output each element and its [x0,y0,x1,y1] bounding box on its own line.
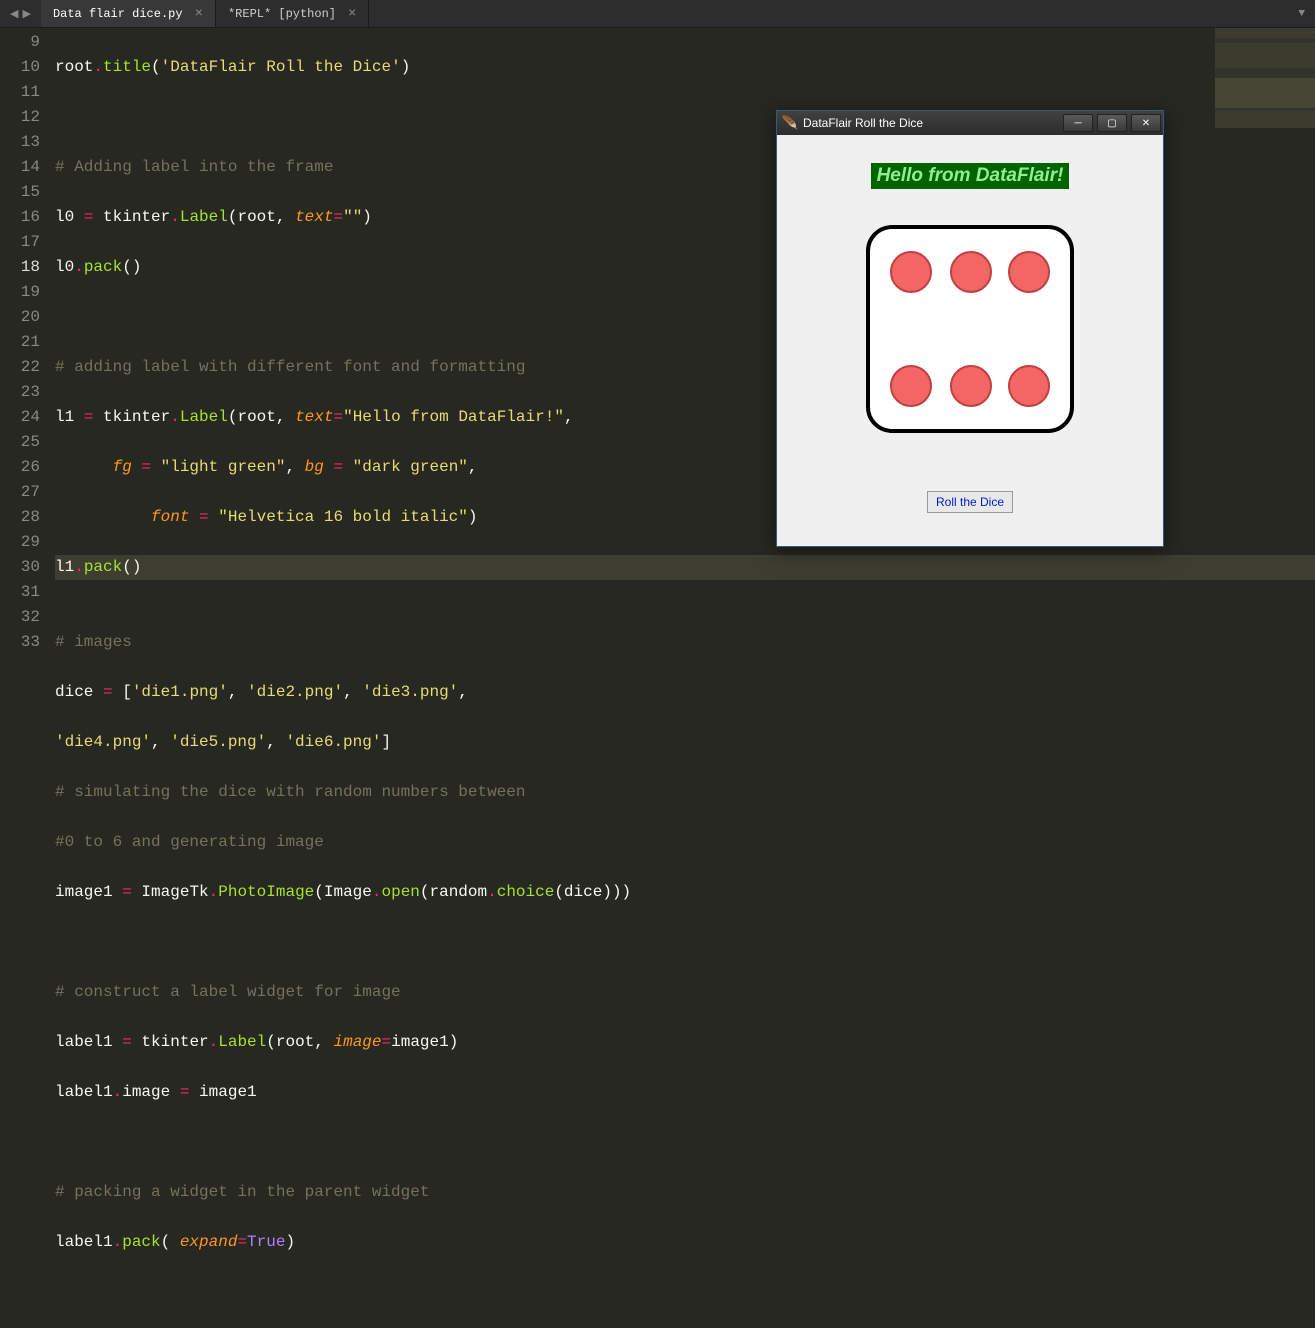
dice-pip [950,251,992,293]
nav-back-icon[interactable]: ◀ [10,7,18,21]
tab-bar: ◀ ▶ Data flair dice.py × *REPL* [python]… [0,0,1315,28]
close-icon[interactable]: × [195,6,203,22]
tk-feather-icon: 🪶 [783,116,797,130]
close-button[interactable]: ✕ [1131,114,1161,132]
tab-repl-python[interactable]: *REPL* [python] × [216,0,369,27]
roll-dice-button[interactable]: Roll the Dice [927,491,1013,513]
dice-pip [1008,365,1050,407]
tk-window-title: DataFlair Roll the Dice [803,116,923,130]
nav-arrows: ◀ ▶ [0,0,41,27]
minimize-button[interactable]: ─ [1063,114,1093,132]
tab-label: Data flair dice.py [53,7,183,21]
close-icon[interactable]: × [348,6,356,22]
maximize-button[interactable]: ▢ [1097,114,1127,132]
menu-dropdown-icon[interactable]: ▼ [1288,0,1315,27]
dice-pip [890,251,932,293]
tab-data-flair-dice[interactable]: Data flair dice.py × [41,0,216,27]
tk-body: Hello from DataFlair! Roll the Dice [777,135,1163,513]
dice-pip [890,365,932,407]
gutter: 9 10 11 12 13 14 15 16 17 18 19 20 21 22… [0,28,55,664]
hello-label: Hello from DataFlair! [871,163,1070,189]
dice-pip [950,365,992,407]
tkinter-window: 🪶 DataFlair Roll the Dice ─ ▢ ✕ Hello fr… [776,110,1164,547]
tab-label: *REPL* [python] [228,7,336,21]
tk-titlebar[interactable]: 🪶 DataFlair Roll the Dice ─ ▢ ✕ [777,111,1163,135]
nav-forward-icon[interactable]: ▶ [22,7,30,21]
dice-pip [1008,251,1050,293]
minimap[interactable] [1215,28,1315,128]
dice-image [866,225,1074,433]
